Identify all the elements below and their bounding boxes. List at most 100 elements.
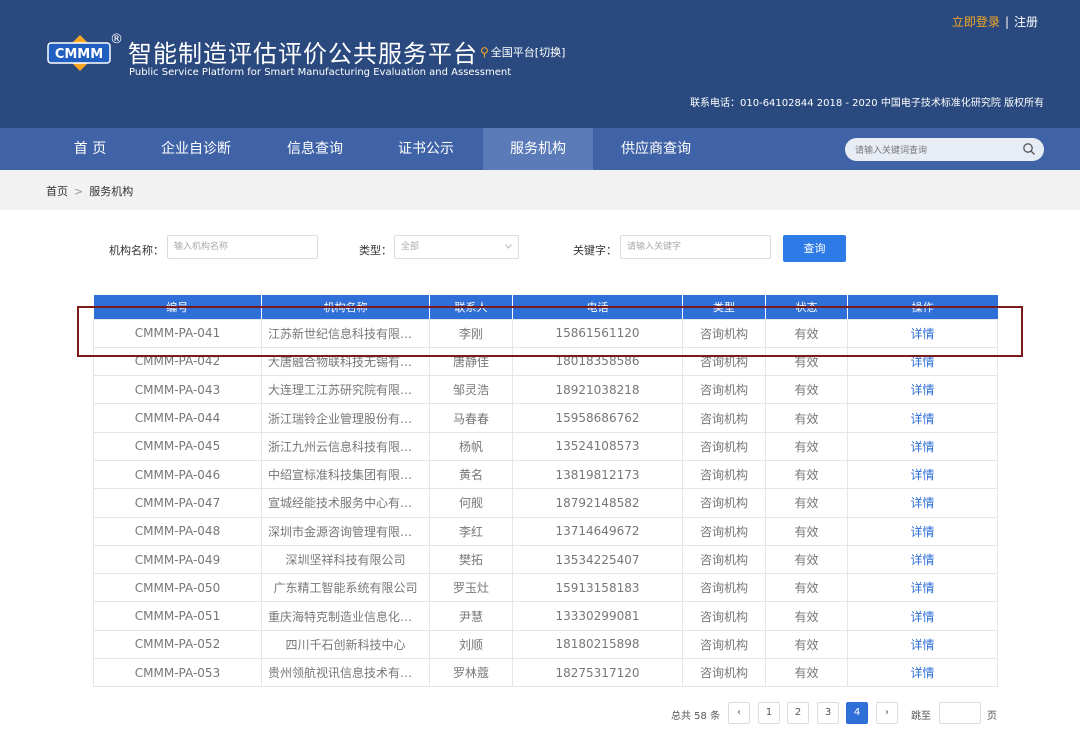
detail-link[interactable]: 详情 — [847, 658, 998, 688]
cell-contact: 杨帆 — [429, 431, 513, 461]
cell-type: 咨询机构 — [682, 544, 766, 575]
detail-link[interactable]: 详情 — [847, 431, 998, 461]
prev-page-button[interactable]: ‹ — [728, 702, 750, 724]
detail-link[interactable]: 详情 — [847, 544, 998, 575]
col-header-type: 类型 — [682, 295, 766, 319]
nav-supplier-query[interactable]: 供应商查询 — [608, 128, 704, 170]
type-label: 类型： — [359, 244, 392, 257]
detail-link[interactable]: 详情 — [847, 403, 998, 433]
cell-status: 有效 — [765, 658, 848, 688]
cell-id: CMMM-PA-047 — [93, 488, 262, 518]
cell-contact: 黄名 — [429, 459, 513, 490]
cell-phone: 13524108573 — [512, 431, 683, 461]
col-header-id: 编号 — [93, 295, 262, 319]
site-subtitle: Public Service Platform for Smart Manufa… — [129, 67, 512, 78]
detail-link[interactable]: 详情 — [847, 601, 998, 631]
cell-id: CMMM-PA-051 — [93, 601, 262, 631]
region-switch[interactable]: ⚲ 全国平台[切换] — [480, 44, 565, 60]
cell-type: 咨询机构 — [682, 601, 766, 631]
cell-agency-name: 重庆海特克制造业信息化生... — [261, 601, 430, 631]
register-link[interactable]: 注册 — [1014, 15, 1038, 29]
cell-contact: 邹灵浩 — [429, 375, 513, 405]
nav-home[interactable]: 首 页 — [47, 128, 133, 170]
table-row: CMMM-PA-045 浙江九州云信息科技有限公... 杨帆 13524108573 咨… — [93, 431, 998, 461]
cell-status: 有效 — [765, 629, 848, 660]
location-pin-icon: ⚲ — [480, 45, 489, 59]
col-header-action: 操作 — [847, 295, 998, 319]
detail-link[interactable]: 详情 — [847, 318, 998, 348]
query-button[interactable]: 查询 — [783, 235, 846, 262]
cell-status: 有效 — [765, 375, 848, 405]
cell-type: 咨询机构 — [682, 318, 766, 348]
cell-agency-name: 中绍宣标准科技集团有限公... — [261, 459, 430, 490]
cell-contact: 李红 — [429, 516, 513, 546]
detail-link[interactable]: 详情 — [847, 516, 998, 546]
chevron-down-icon — [505, 244, 512, 249]
cmmm-logo[interactable]: CMMM — [46, 33, 114, 73]
cell-contact: 罗林蔻 — [429, 658, 513, 688]
breadcrumb-separator: > — [74, 185, 84, 198]
cell-type: 咨询机构 — [682, 459, 766, 490]
cell-phone: 13714649672 — [512, 516, 683, 546]
site-search-input[interactable] — [855, 141, 1015, 158]
cell-agency-name: 四川千石创新科技中心 — [261, 629, 430, 660]
col-header-name: 机构名称 — [261, 295, 430, 319]
cell-phone: 18180215898 — [512, 629, 683, 660]
table-header-row: 编号 机构名称 联系人 电话 类型 状态 操作 — [93, 295, 998, 319]
cell-id: CMMM-PA-052 — [93, 629, 262, 660]
cell-agency-name: 大连理工江苏研究院有限公... — [261, 375, 430, 405]
keyword-input[interactable]: 请输入关键字 — [620, 235, 771, 259]
page-1-button[interactable]: 1 — [758, 702, 780, 724]
table-row: CMMM-PA-041 江苏新世纪信息科技有限公... 李刚 15861561120 咨… — [93, 318, 998, 348]
nav-service-agencies[interactable]: 服务机构 — [483, 128, 593, 170]
cell-type: 咨询机构 — [682, 375, 766, 405]
site-title: 智能制造评估评价公共服务平台 — [128, 40, 478, 68]
type-select[interactable]: 全部 — [394, 235, 519, 259]
table-row: CMMM-PA-053 贵州领航视讯信息技术有限... 罗林蔻 18275317120… — [93, 658, 998, 688]
agency-name-input[interactable]: 输入机构名称 — [167, 235, 318, 259]
detail-link[interactable]: 详情 — [847, 629, 998, 660]
cell-type: 咨询机构 — [682, 346, 766, 377]
cell-phone: 18921038218 — [512, 375, 683, 405]
page-3-button[interactable]: 3 — [817, 702, 839, 724]
auth-separator: | — [1004, 15, 1009, 29]
site-header: CMMM ® 智能制造评估评价公共服务平台 Public Service Pla… — [0, 0, 1080, 128]
cell-agency-name: 浙江九州云信息科技有限公... — [261, 431, 430, 461]
next-page-button[interactable]: › — [876, 702, 898, 724]
cell-contact: 何舰 — [429, 488, 513, 518]
cell-contact: 刘顺 — [429, 629, 513, 660]
col-header-phone: 电话 — [512, 295, 683, 319]
registered-mark: ® — [110, 32, 123, 47]
cell-phone: 15913158183 — [512, 573, 683, 603]
search-icon[interactable] — [1022, 142, 1036, 156]
nav-self-diagnosis[interactable]: 企业自诊断 — [148, 128, 244, 170]
cell-agency-name: 贵州领航视讯信息技术有限... — [261, 658, 430, 688]
cell-contact: 尹慧 — [429, 601, 513, 631]
login-link[interactable]: 立即登录 — [952, 15, 1000, 29]
nav-info-query[interactable]: 信息查询 — [272, 128, 358, 170]
detail-link[interactable]: 详情 — [847, 573, 998, 603]
page-4-button[interactable]: 4 — [846, 702, 868, 724]
jump-page-input[interactable] — [939, 702, 981, 724]
col-header-contact: 联系人 — [429, 295, 513, 319]
table-row: CMMM-PA-048 深圳市金源咨询管理有限公... 李红 13714649672 咨… — [93, 516, 998, 546]
breadcrumb-home[interactable]: 首页 — [46, 185, 68, 198]
cell-status: 有效 — [765, 431, 848, 461]
cell-id: CMMM-PA-050 — [93, 573, 262, 603]
nav-certificates[interactable]: 证书公示 — [383, 128, 469, 170]
cell-id: CMMM-PA-049 — [93, 544, 262, 575]
detail-link[interactable]: 详情 — [847, 459, 998, 490]
detail-link[interactable]: 详情 — [847, 346, 998, 377]
detail-link[interactable]: 详情 — [847, 488, 998, 518]
col-header-status: 状态 — [765, 295, 848, 319]
cell-phone: 18792148582 — [512, 488, 683, 518]
cell-contact: 李刚 — [429, 318, 513, 348]
auth-links: 立即登录 | 注册 — [952, 13, 1038, 30]
cell-agency-name: 浙江瑞铃企业管理股份有限... — [261, 403, 430, 433]
cell-status: 有效 — [765, 403, 848, 433]
table-row: CMMM-PA-044 浙江瑞铃企业管理股份有限... 马春春 15958686762… — [93, 403, 998, 433]
page-2-button[interactable]: 2 — [787, 702, 809, 724]
cell-type: 咨询机构 — [682, 658, 766, 688]
table-row: CMMM-PA-046 中绍宣标准科技集团有限公... 黄名 13819812173 咨… — [93, 459, 998, 490]
detail-link[interactable]: 详情 — [847, 375, 998, 405]
